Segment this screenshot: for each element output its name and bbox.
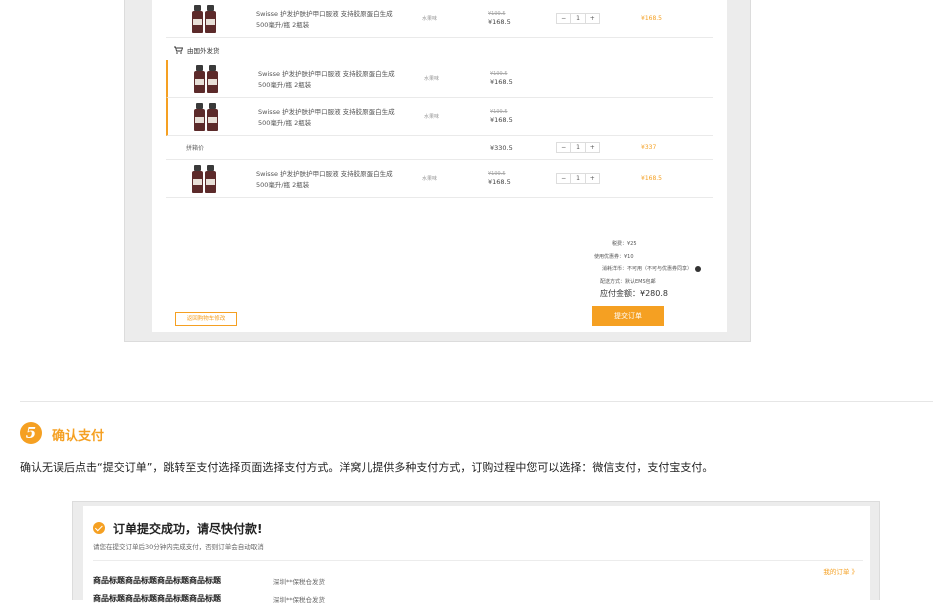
step-title: 确认支付 — [52, 429, 105, 444]
qty-value[interactable]: 1 — [570, 143, 586, 152]
quantity-stepper: −1 + — [556, 142, 600, 153]
item-title: 商品标题商品标题商品标题商品标题 — [93, 576, 221, 585]
sale-price: ¥168.5 — [490, 78, 513, 86]
product-price: ¥199.5 ¥168.5 — [488, 10, 511, 26]
product-name[interactable]: Swisse 护发护肤护甲口服液 支持胶原蛋白生成 500毫升/瓶 2瓶装 — [258, 69, 408, 91]
submit-order-button[interactable]: 提交订单 — [592, 306, 664, 326]
my-orders-link[interactable]: 我的订单 》 — [823, 566, 858, 576]
payment-panel: 订单提交成功，请尽快付款! 请您在提交订单后30分钟内完成支付，否则订单会自动取… — [83, 506, 870, 604]
qty-minus-button[interactable]: − — [557, 174, 570, 183]
row-subtotal: ¥168.5 — [641, 15, 662, 22]
step-description: 确认无误后点击“提交订单”，跳转至支付选择页面选择支付方式。洋窝儿提供多种支付方… — [20, 461, 714, 474]
total-line: 应付金额：¥280.8 — [599, 289, 668, 298]
product-name[interactable]: Swisse 护发护肤护甲口服液 支持胶原蛋白生成 500毫升/瓶 2瓶装 — [258, 107, 408, 129]
points-text: 消耗洋币：不可用（不可与优惠券同享） — [601, 266, 692, 272]
product-flavor: 水果味 — [424, 114, 440, 120]
item-warehouse: 深圳**保税仓发货 — [273, 596, 325, 604]
sale-price: ¥168.5 — [488, 178, 511, 186]
back-to-cart-button[interactable]: 返回购物车修改 — [175, 312, 237, 326]
quantity-stepper: −1 + — [556, 173, 600, 184]
coupon-line[interactable]: 使用优惠券：¥10 — [594, 251, 701, 264]
product-flavor: 水果味 — [424, 76, 440, 82]
product-image — [193, 103, 219, 131]
cart-row: Swisse 护发护肤护甲口服液 支持胶原蛋白生成 500毫升/瓶 2瓶装 水果… — [166, 60, 713, 98]
bundle-subtotal: ¥337 — [641, 144, 657, 151]
original-price: ¥199.5 — [488, 11, 506, 17]
payment-screenshot: 订单提交成功，请尽快付款! 请您在提交订单后30分钟内完成支付，否则订单会自动取… — [72, 501, 880, 604]
original-price: ¥199.5 — [488, 171, 506, 177]
qty-plus-button[interactable]: + — [586, 143, 599, 152]
product-name[interactable]: Swisse 护发护肤护甲口服液 支持胶原蛋白生成 500毫升/瓶 2瓶装 — [256, 169, 406, 191]
product-flavor: 水果味 — [422, 16, 438, 22]
qty-plus-button[interactable]: + — [586, 14, 599, 23]
info-icon[interactable] — [695, 265, 701, 272]
row-subtotal: ¥168.5 — [641, 175, 662, 182]
qty-minus-button[interactable]: − — [557, 143, 570, 152]
product-price: ¥199.5 ¥168.5 — [490, 108, 513, 124]
qty-minus-button[interactable]: − — [557, 14, 570, 23]
shipping-line: 配送方式：默认EMS包邮 — [599, 278, 656, 285]
cart-row: Swisse 护发护肤护甲口服液 支持胶原蛋白生成 500毫升/瓶 2瓶装 水果… — [166, 0, 713, 38]
product-image — [191, 5, 217, 33]
section-divider — [20, 401, 933, 402]
tax-line: 税费：¥25 — [611, 241, 637, 247]
original-price: ¥199.5 — [490, 71, 508, 77]
qty-value[interactable]: 1 — [570, 14, 586, 23]
item-warehouse: 深圳**保税仓发货 — [273, 578, 325, 586]
check-circle-icon — [93, 522, 105, 534]
order-summary: 税费：¥25 使用优惠券：¥10 消耗洋币：不可用（不可与优惠券同享） 配送方式… — [594, 238, 701, 301]
bundle-label: 拼箱价 — [186, 145, 205, 152]
points-line: 消耗洋币：不可用（不可与优惠券同享） — [594, 263, 701, 276]
product-image — [193, 65, 219, 93]
divider — [93, 560, 863, 561]
cart-icon — [174, 46, 183, 54]
original-price: ¥199.5 — [490, 109, 508, 115]
qty-value[interactable]: 1 — [570, 174, 586, 183]
cart-screenshot: Swisse 护发护肤护甲口服液 支持胶原蛋白生成 500毫升/瓶 2瓶装 水果… — [124, 0, 751, 342]
order-success-title: 订单提交成功，请尽快付款! — [113, 522, 263, 536]
product-image — [191, 165, 217, 193]
product-flavor: 水果味 — [422, 176, 438, 182]
product-price: ¥199.5 ¥168.5 — [490, 70, 513, 86]
cart-row: Swisse 护发护肤护甲口服液 支持胶原蛋白生成 500毫升/瓶 2瓶装 水果… — [166, 160, 713, 198]
sale-price: ¥168.5 — [488, 18, 511, 26]
cart-panel: Swisse 护发护肤护甲口服液 支持胶原蛋白生成 500毫升/瓶 2瓶装 水果… — [152, 0, 727, 332]
product-price: ¥199.5 ¥168.5 — [488, 170, 511, 186]
group-label: 由国外发货 — [174, 45, 220, 55]
item-title: 商品标题商品标题商品标题商品标题 — [93, 594, 221, 603]
product-name[interactable]: Swisse 护发护肤护甲口服液 支持胶原蛋白生成 500毫升/瓶 2瓶装 — [256, 9, 406, 31]
group-label-text: 由国外发货 — [187, 47, 220, 55]
qty-plus-button[interactable]: + — [586, 174, 599, 183]
cart-row: Swisse 护发护肤护甲口服液 支持胶原蛋白生成 500毫升/瓶 2瓶装 水果… — [166, 98, 713, 136]
sale-price: ¥168.5 — [490, 116, 513, 124]
bundle-row: 拼箱价 ¥330.5 −1 + ¥337 — [166, 136, 713, 160]
bundle-price: ¥330.5 — [490, 144, 513, 152]
payment-deadline-note: 请您在提交订单后30分钟内完成支付，否则订单会自动取消 — [93, 543, 264, 551]
quantity-stepper: −1 + — [556, 13, 600, 24]
step-number-badge: 5 — [20, 422, 42, 444]
